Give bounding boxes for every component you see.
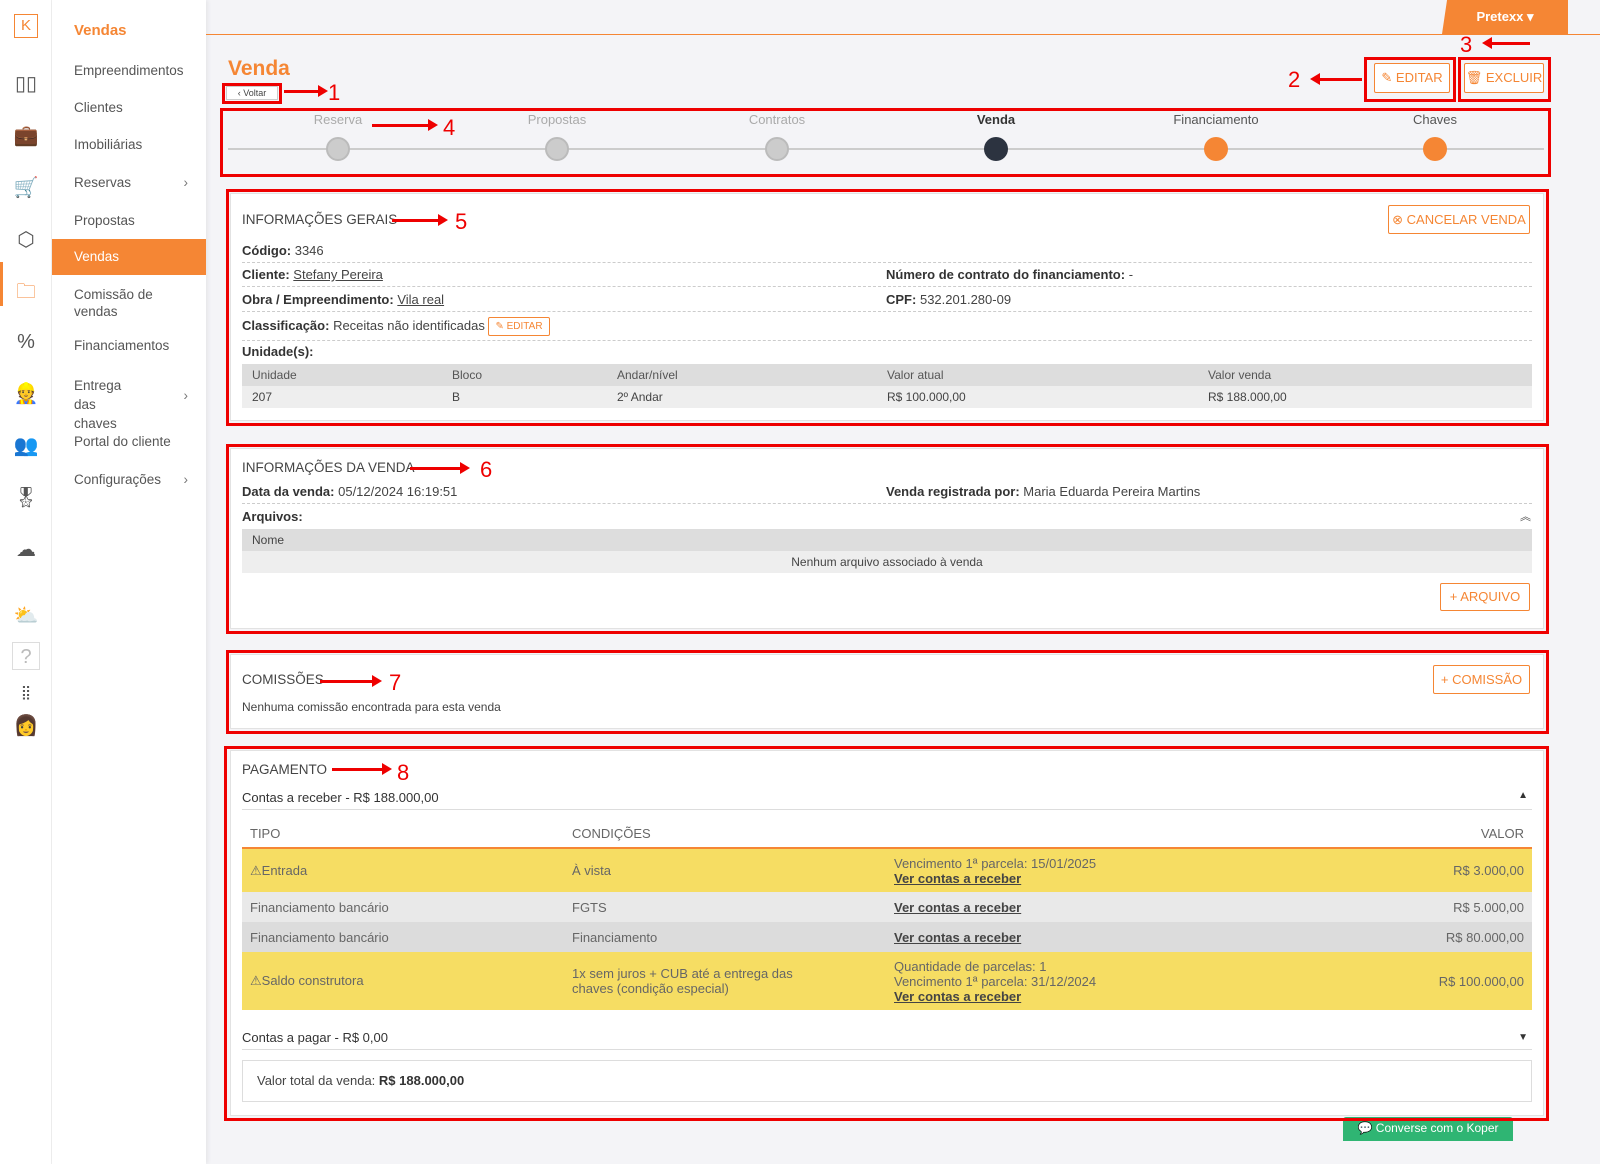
- edit-classification-button[interactable]: ✎ EDITAR: [488, 317, 549, 336]
- units-table: UnidadeBlocoAndar/nívelValor atualValor …: [242, 364, 1532, 408]
- receivable-toggle[interactable]: Contas a receber - R$ 188.000,00▲: [242, 790, 1532, 810]
- project-link[interactable]: Vila real: [397, 292, 444, 307]
- receivable-link[interactable]: Ver contas a receber: [894, 930, 1319, 945]
- avatar[interactable]: 👩: [12, 712, 40, 740]
- chat-button[interactable]: 💬 Converse com o Koper: [1343, 1117, 1513, 1141]
- box-icon[interactable]: ⬡: [12, 226, 40, 254]
- cancel-sale-button[interactable]: ⊗ CANCELAR VENDA: [1388, 205, 1530, 234]
- table-row: ⚠Saldo construtora1x sem juros + CUB até…: [242, 952, 1532, 1010]
- step-propostas[interactable]: Propostas: [497, 112, 617, 127]
- page-title: Venda: [228, 57, 290, 81]
- general-info-heading: INFORMAÇÕES GERAIS: [242, 212, 397, 227]
- back-button[interactable]: ‹ Voltar: [226, 86, 278, 100]
- sidebar-item-clientes[interactable]: Clientes: [52, 99, 206, 116]
- cart-icon[interactable]: 🛒: [12, 174, 40, 202]
- step-dot: [1423, 137, 1447, 161]
- files-header: Nome: [242, 529, 1532, 551]
- award-icon[interactable]: 🎖: [12, 484, 40, 512]
- commissions-heading: COMISSÕES: [242, 672, 324, 687]
- commissions-empty: Nenhuma comissão encontrada para esta ve…: [242, 700, 501, 714]
- edit-button[interactable]: ✎ EDITAR: [1374, 63, 1450, 93]
- sidebar-title: Vendas: [74, 22, 127, 39]
- warning-icon: ⚠: [250, 973, 262, 988]
- table-row: Financiamento bancárioFGTSVer contas a r…: [242, 892, 1532, 922]
- step-venda[interactable]: Venda: [936, 112, 1056, 127]
- step-dot: [326, 137, 350, 161]
- files-empty: Nenhum arquivo associado à venda: [242, 551, 1532, 573]
- add-commission-button[interactable]: + COMISSÃO: [1433, 665, 1530, 694]
- percent-icon[interactable]: %: [12, 328, 40, 356]
- chevron-right-icon: ›: [184, 471, 189, 488]
- stepper-track: [228, 148, 1544, 150]
- commissions-card: [230, 654, 1544, 729]
- sidebar-item-configuracoes[interactable]: Configurações›: [52, 471, 206, 488]
- chevron-right-icon: ›: [184, 174, 189, 191]
- step-financiamento[interactable]: Financiamento: [1156, 112, 1276, 127]
- client-link[interactable]: Stefany Pereira: [293, 267, 383, 282]
- sidebar-item-financiamentos[interactable]: Financiamentos: [52, 337, 206, 354]
- step-contratos[interactable]: Contratos: [717, 112, 837, 127]
- sidebar: Vendas Empreendimentos Clientes Imobiliá…: [52, 0, 206, 1164]
- user-menu[interactable]: Pretexx ▾: [1442, 0, 1568, 34]
- sidebar-item-entrega-chaves[interactable]: Entrega das chaves›: [52, 376, 206, 433]
- total-box: Valor total da venda: R$ 188.000,00: [242, 1060, 1532, 1102]
- step-dot: [545, 137, 569, 161]
- table-row: ⚠EntradaÀ vistaVencimento 1ª parcela: 15…: [242, 848, 1532, 892]
- apps-grid-icon[interactable]: ⣿: [12, 678, 40, 706]
- sale-info-heading: INFORMAÇÕES DA VENDA: [242, 460, 415, 475]
- logo: K: [14, 14, 38, 38]
- add-file-button[interactable]: + ARQUIVO: [1440, 583, 1530, 611]
- payment-heading: PAGAMENTO: [242, 762, 327, 777]
- receivable-link[interactable]: Ver contas a receber: [894, 900, 1319, 915]
- payment-table: TIPOCONDIÇÕESVALOR ⚠EntradaÀ vistaVencim…: [242, 820, 1532, 1010]
- sidebar-item-comissao[interactable]: Comissão de vendas: [52, 286, 172, 320]
- step-dot: [765, 137, 789, 161]
- table-row: Financiamento bancárioFinanciamentoVer c…: [242, 922, 1532, 952]
- sidebar-item-propostas[interactable]: Propostas: [52, 212, 206, 229]
- warning-icon: ⚠: [250, 863, 262, 878]
- collapse-icon[interactable]: ︽: [1520, 508, 1531, 524]
- delete-button[interactable]: 🗑 EXCLUIR: [1464, 63, 1544, 93]
- table-row: 207B2º AndarR$ 100.000,00R$ 188.000,00: [242, 386, 1532, 408]
- weather-icon: ⛅: [12, 602, 40, 630]
- chevron-right-icon: ›: [184, 386, 189, 405]
- sidebar-item-portal[interactable]: Portal do cliente: [52, 433, 206, 450]
- sidebar-item-imobiliarias[interactable]: Imobiliárias: [52, 136, 206, 153]
- sidebar-item-vendas[interactable]: Vendas: [52, 239, 206, 275]
- receivable-link[interactable]: Ver contas a receber: [894, 989, 1319, 1004]
- users-icon[interactable]: 👥: [12, 432, 40, 460]
- icon-rail: K ▯▯ 💼 🛒 ⬡ 🗀 % 👷 👥 🎖 ☁ ⛅ ? ⣿ 👩: [0, 0, 52, 1164]
- help-icon[interactable]: ?: [12, 642, 40, 670]
- worker-icon[interactable]: 👷: [12, 380, 40, 408]
- receivable-link[interactable]: Ver contas a receber: [894, 871, 1319, 886]
- folder-icon[interactable]: 🗀: [12, 278, 40, 306]
- step-dot-current: [984, 137, 1008, 161]
- sidebar-item-reservas[interactable]: Reservas›: [52, 174, 206, 191]
- cloud-upload-icon[interactable]: ☁: [12, 536, 40, 564]
- briefcase-icon[interactable]: 💼: [12, 122, 40, 150]
- sidebar-item-empreendimentos[interactable]: Empreendimentos: [52, 62, 206, 79]
- step-dot: [1204, 137, 1228, 161]
- payable-toggle[interactable]: Contas a pagar - R$ 0,00▼: [242, 1030, 1532, 1050]
- dashboard-icon[interactable]: ▯▯: [12, 70, 40, 98]
- step-chaves[interactable]: Chaves: [1375, 112, 1495, 127]
